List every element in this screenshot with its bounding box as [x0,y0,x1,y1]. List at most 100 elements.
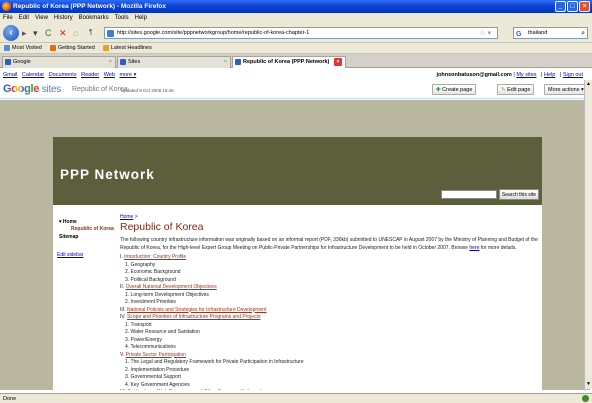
toc-subitem: 2. Investment Priorities [125,299,176,305]
menu-tools[interactable]: Tools [115,13,129,23]
toc-section-link[interactable]: Overall National Development Objectives [126,284,217,290]
bookmark-latest-headlines[interactable]: Latest Headlines [102,43,152,53]
details-link[interactable]: here [469,245,479,251]
site-title[interactable]: PPP Network [60,167,155,182]
intro-paragraph: The following country infrastructure inf… [120,237,538,251]
toc-section: IV. Scope and Priorities of Infrastructu… [120,314,538,322]
toc-section-link[interactable]: Introduction: Country Profile [124,254,186,260]
tab-sites[interactable]: Sites × [117,56,231,68]
more-actions-button[interactable]: More actions ▾ [544,84,588,95]
addon-status-icon[interactable] [582,395,589,402]
menu-bar: File Edit View History Bookmarks Tools H… [0,13,592,23]
page-title: Republic of Korea [120,221,204,233]
toc-section-number: VI. [120,389,126,390]
link-reader[interactable]: Reader [81,72,99,78]
site-search-input[interactable] [441,190,497,199]
search-icon[interactable]: ⌕ [581,28,585,39]
toc-section-number: V. [120,351,125,358]
toc-section-link[interactable]: Private Sector Participation [126,352,186,358]
link-my-sites[interactable]: My sites [516,72,536,78]
plus-icon: ✚ [436,87,441,93]
folder-icon [4,45,10,51]
link-documents[interactable]: Documents [49,72,77,78]
scroll-up-icon[interactable]: ▲ [586,81,591,87]
breadcrumb: Home > [120,214,138,220]
link-web[interactable]: Web [104,72,115,78]
link-gmail[interactable]: Gmail [3,72,17,78]
minimize-button[interactable]: _ [555,1,566,12]
sites-favicon [120,59,126,65]
menu-history[interactable]: History [54,13,73,23]
sidebar-item-republic-of-korea[interactable]: Republic of Korea [57,226,115,232]
toc-subitem: 1. Geography [125,261,156,268]
home-icon[interactable]: ⌂ [73,28,78,38]
tab-google[interactable]: Google × [2,56,116,68]
toc-section-link[interactable]: Scope and Priorities of Infrastructure P… [127,314,260,320]
edit-page-button[interactable]: ✎ Edit page [497,84,535,95]
toc-section-number: III. [120,306,126,313]
logo-sites: sites [41,84,61,95]
toc-section-link[interactable]: National Policies and Strategies for Inf… [127,307,267,313]
toc-section-number: I. [120,254,123,260]
close-window-button[interactable]: × [579,1,590,12]
menu-view[interactable]: View [35,13,48,23]
table-of-contents: I. Introduction: Country Profile 1. Geogr… [120,254,538,390]
site-name[interactable]: Republic of Korea [72,86,128,93]
menu-help[interactable]: Help [135,13,147,23]
firefox-icon [49,45,56,51]
tab-bar: Google × Sites × Republic of Korea (PPP Ne… [0,54,592,68]
url-bar[interactable]: http://sites.google.com/site/pppnetworkg… [104,27,498,39]
toc-section: V. Private Sector Participation [120,352,538,360]
google-sites-logo[interactable]: Google sites [3,83,61,95]
page-content: PPP Network Search this site ▾ Home Repu… [0,100,590,390]
forward-button[interactable]: ▸ [22,28,27,38]
toc-section: I. Introduction: Country Profile [120,254,538,262]
search-site-button[interactable]: Search this site [499,189,539,200]
toc-subitem: 1. Long-term Development Objectives [125,291,209,298]
toc-section: III. National Policies and Strategies fo… [120,307,538,315]
toc-subitem: 2. Water Resource and Sanitation [125,329,200,335]
bookmark-star-icon[interactable]: ☆ ▾ [479,28,491,39]
google-search-engine-icon[interactable]: G [516,29,521,40]
menu-bookmarks[interactable]: Bookmarks [79,13,109,23]
menu-file[interactable]: File [3,13,13,23]
user-email: johnsonbatuson@gmail.com [436,72,512,78]
toc-subitem: 4. Telecommunications [125,344,176,350]
sidebar-item-sitemap[interactable]: Sitemap [57,234,115,240]
toc-section-link[interactable]: Publications, Web Resources and Other So… [128,389,269,390]
url-text: http://sites.google.com/site/pppnetworkg… [117,30,310,36]
close-tab-icon[interactable]: × [109,57,112,68]
link-calendar[interactable]: Calendar [22,72,44,78]
toc-section-number: IV. [120,314,126,320]
dropdown-history-button[interactable]: ▾ [33,28,38,38]
breadcrumb-home[interactable]: Home [120,214,133,220]
tab-republic-of-korea[interactable]: Republic of Korea (PPP Network) × [232,56,346,68]
google-favicon [5,59,11,65]
scroll-down-icon[interactable]: ▼ [586,381,591,387]
toc-subitem: 1. The Legal and Regulatory Framework fo… [125,359,304,365]
navigation-toolbar: ‹ ▸ ▾ C ✕ ⌂ ¶ http://sites.google.com/si… [0,23,592,43]
link-sign-out[interactable]: Sign out [563,72,583,78]
stop-icon[interactable]: ✕ [59,28,67,38]
edit-sidebar-link[interactable]: Edit sidebar [57,252,115,258]
status-bar: Done [0,393,592,403]
reload-icon[interactable]: C [45,28,52,38]
status-text: Done [3,396,17,402]
close-tab-icon[interactable]: × [224,57,227,68]
sidebar-item-home[interactable]: ▾ Home [57,219,115,225]
create-page-button[interactable]: ✚ Create page [432,84,477,95]
menu-edit[interactable]: Edit [19,13,29,23]
security-icon[interactable]: ¶ [89,28,93,38]
back-button[interactable]: ‹ [3,25,19,41]
toc-subitem: 2. Economic Background [125,269,181,275]
link-help[interactable]: Help [544,72,555,78]
search-box[interactable]: G thailand ⌕ [513,27,588,39]
maximize-button[interactable]: □ [567,1,578,12]
link-more[interactable]: more ▾ [119,72,136,78]
bookmark-getting-started[interactable]: Getting Started [49,43,95,53]
bookmark-most-visited[interactable]: Most Visited [4,43,42,53]
vertical-scrollbar[interactable]: ▲ ▼ [584,80,592,389]
close-tab-icon[interactable]: × [334,58,342,66]
window-title: Republic of Korea (PPP Network) - Mozill… [13,3,167,10]
sidebar: ▾ Home Republic of Korea Sitemap Edit si… [57,219,115,258]
